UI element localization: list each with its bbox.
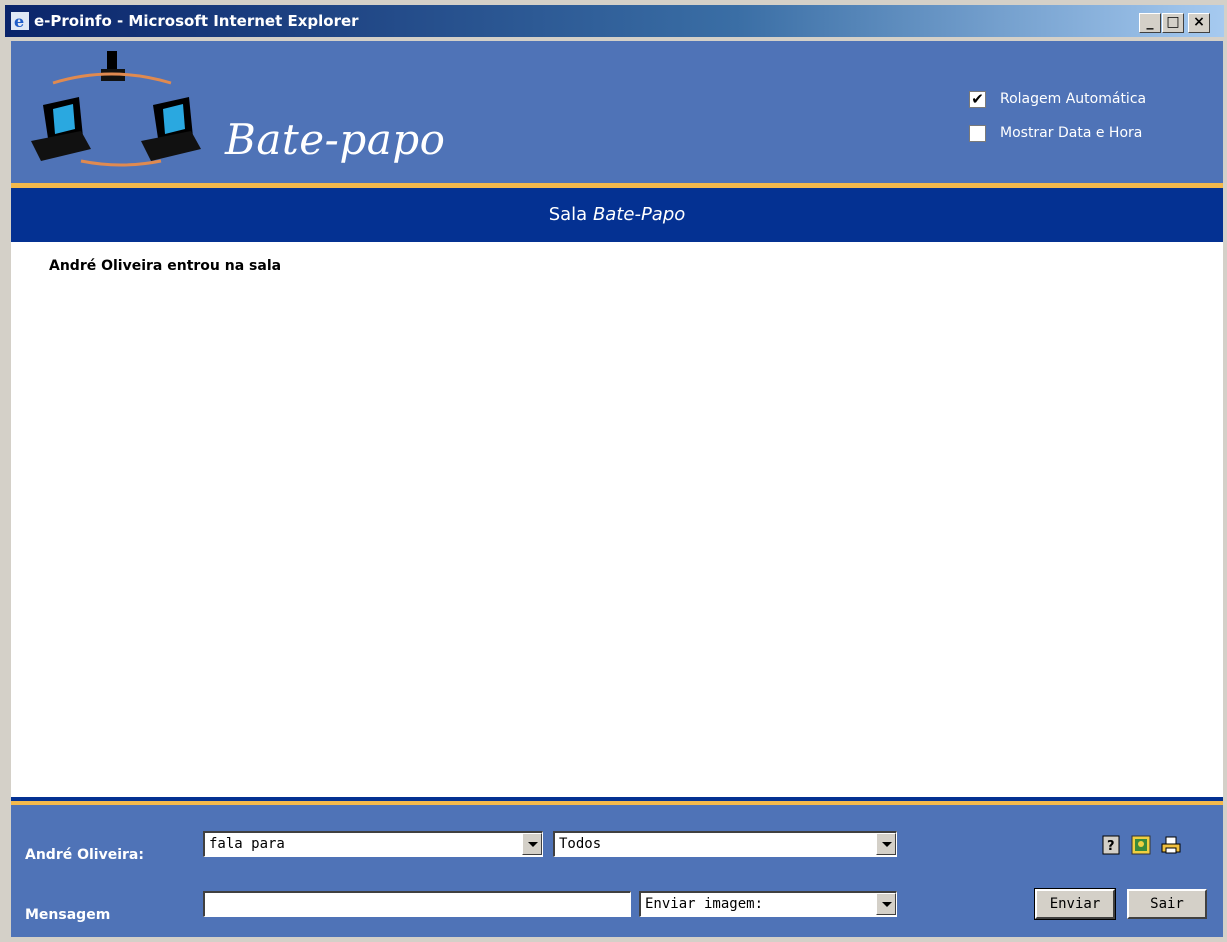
show-datetime-option[interactable]: Mostrar Data e Hora [969,123,1142,143]
exit-button[interactable]: Sair [1127,889,1207,919]
room-prefix: Sala [548,204,588,225]
send-image-value: Enviar imagem: [645,896,764,912]
room-title: Sala Bate-Papo [11,188,1223,242]
speech-type-select[interactable]: fala para [203,831,543,857]
speech-type-value: fala para [209,836,285,852]
chevron-down-icon[interactable] [522,833,542,855]
help-icon[interactable]: ? [1101,835,1121,855]
chevron-down-icon[interactable] [876,833,896,855]
message-composer: André Oliveira: Mensagem fala para Todos… [11,805,1223,937]
message-label: Mensagem [25,907,111,923]
message-input[interactable] [203,891,631,917]
browser-window: e e-Proinfo - Microsoft Internet Explore… [0,0,1227,942]
chat-message: André Oliveira entrou na sala [49,258,282,274]
auto-scroll-checkbox[interactable]: ✔ [969,90,986,108]
maximize-button[interactable]: □ [1162,13,1184,33]
title-bar: e e-Proinfo - Microsoft Internet Explore… [5,5,1224,37]
image-icon[interactable] [1131,835,1151,855]
show-datetime-label: Mostrar Data e Hora [1000,125,1143,141]
chat-logo-icon [31,51,201,167]
svg-text:e: e [14,12,24,30]
auto-scroll-label: Rolagem Automática [1000,91,1147,107]
send-image-select[interactable]: Enviar imagem: [639,891,897,917]
internet-explorer-icon: e [11,12,29,30]
room-name: Bate-Papo [592,204,686,225]
show-datetime-checkbox[interactable] [969,124,986,142]
app-header: Bate-papo ✔ Rolagem Automática Mostrar D… [11,41,1223,183]
print-icon[interactable] [1161,835,1181,855]
brand-title: Bate-papo [225,115,446,164]
recipient-value: Todos [559,836,602,852]
recipient-select[interactable]: Todos [553,831,897,857]
page-content: Bate-papo ✔ Rolagem Automática Mostrar D… [11,41,1223,937]
auto-scroll-option[interactable]: ✔ Rolagem Automática [969,89,1146,109]
window-title: e-Proinfo - Microsoft Internet Explorer [34,12,359,30]
send-button[interactable]: Enviar [1034,888,1116,920]
close-button[interactable]: × [1188,13,1210,33]
svg-text:?: ? [1107,839,1115,854]
chevron-down-icon[interactable] [876,893,896,915]
minimize-button[interactable]: _ [1139,13,1161,33]
chat-messages[interactable]: André Oliveira entrou na sala [11,242,1223,797]
user-label: André Oliveira: [25,847,144,863]
